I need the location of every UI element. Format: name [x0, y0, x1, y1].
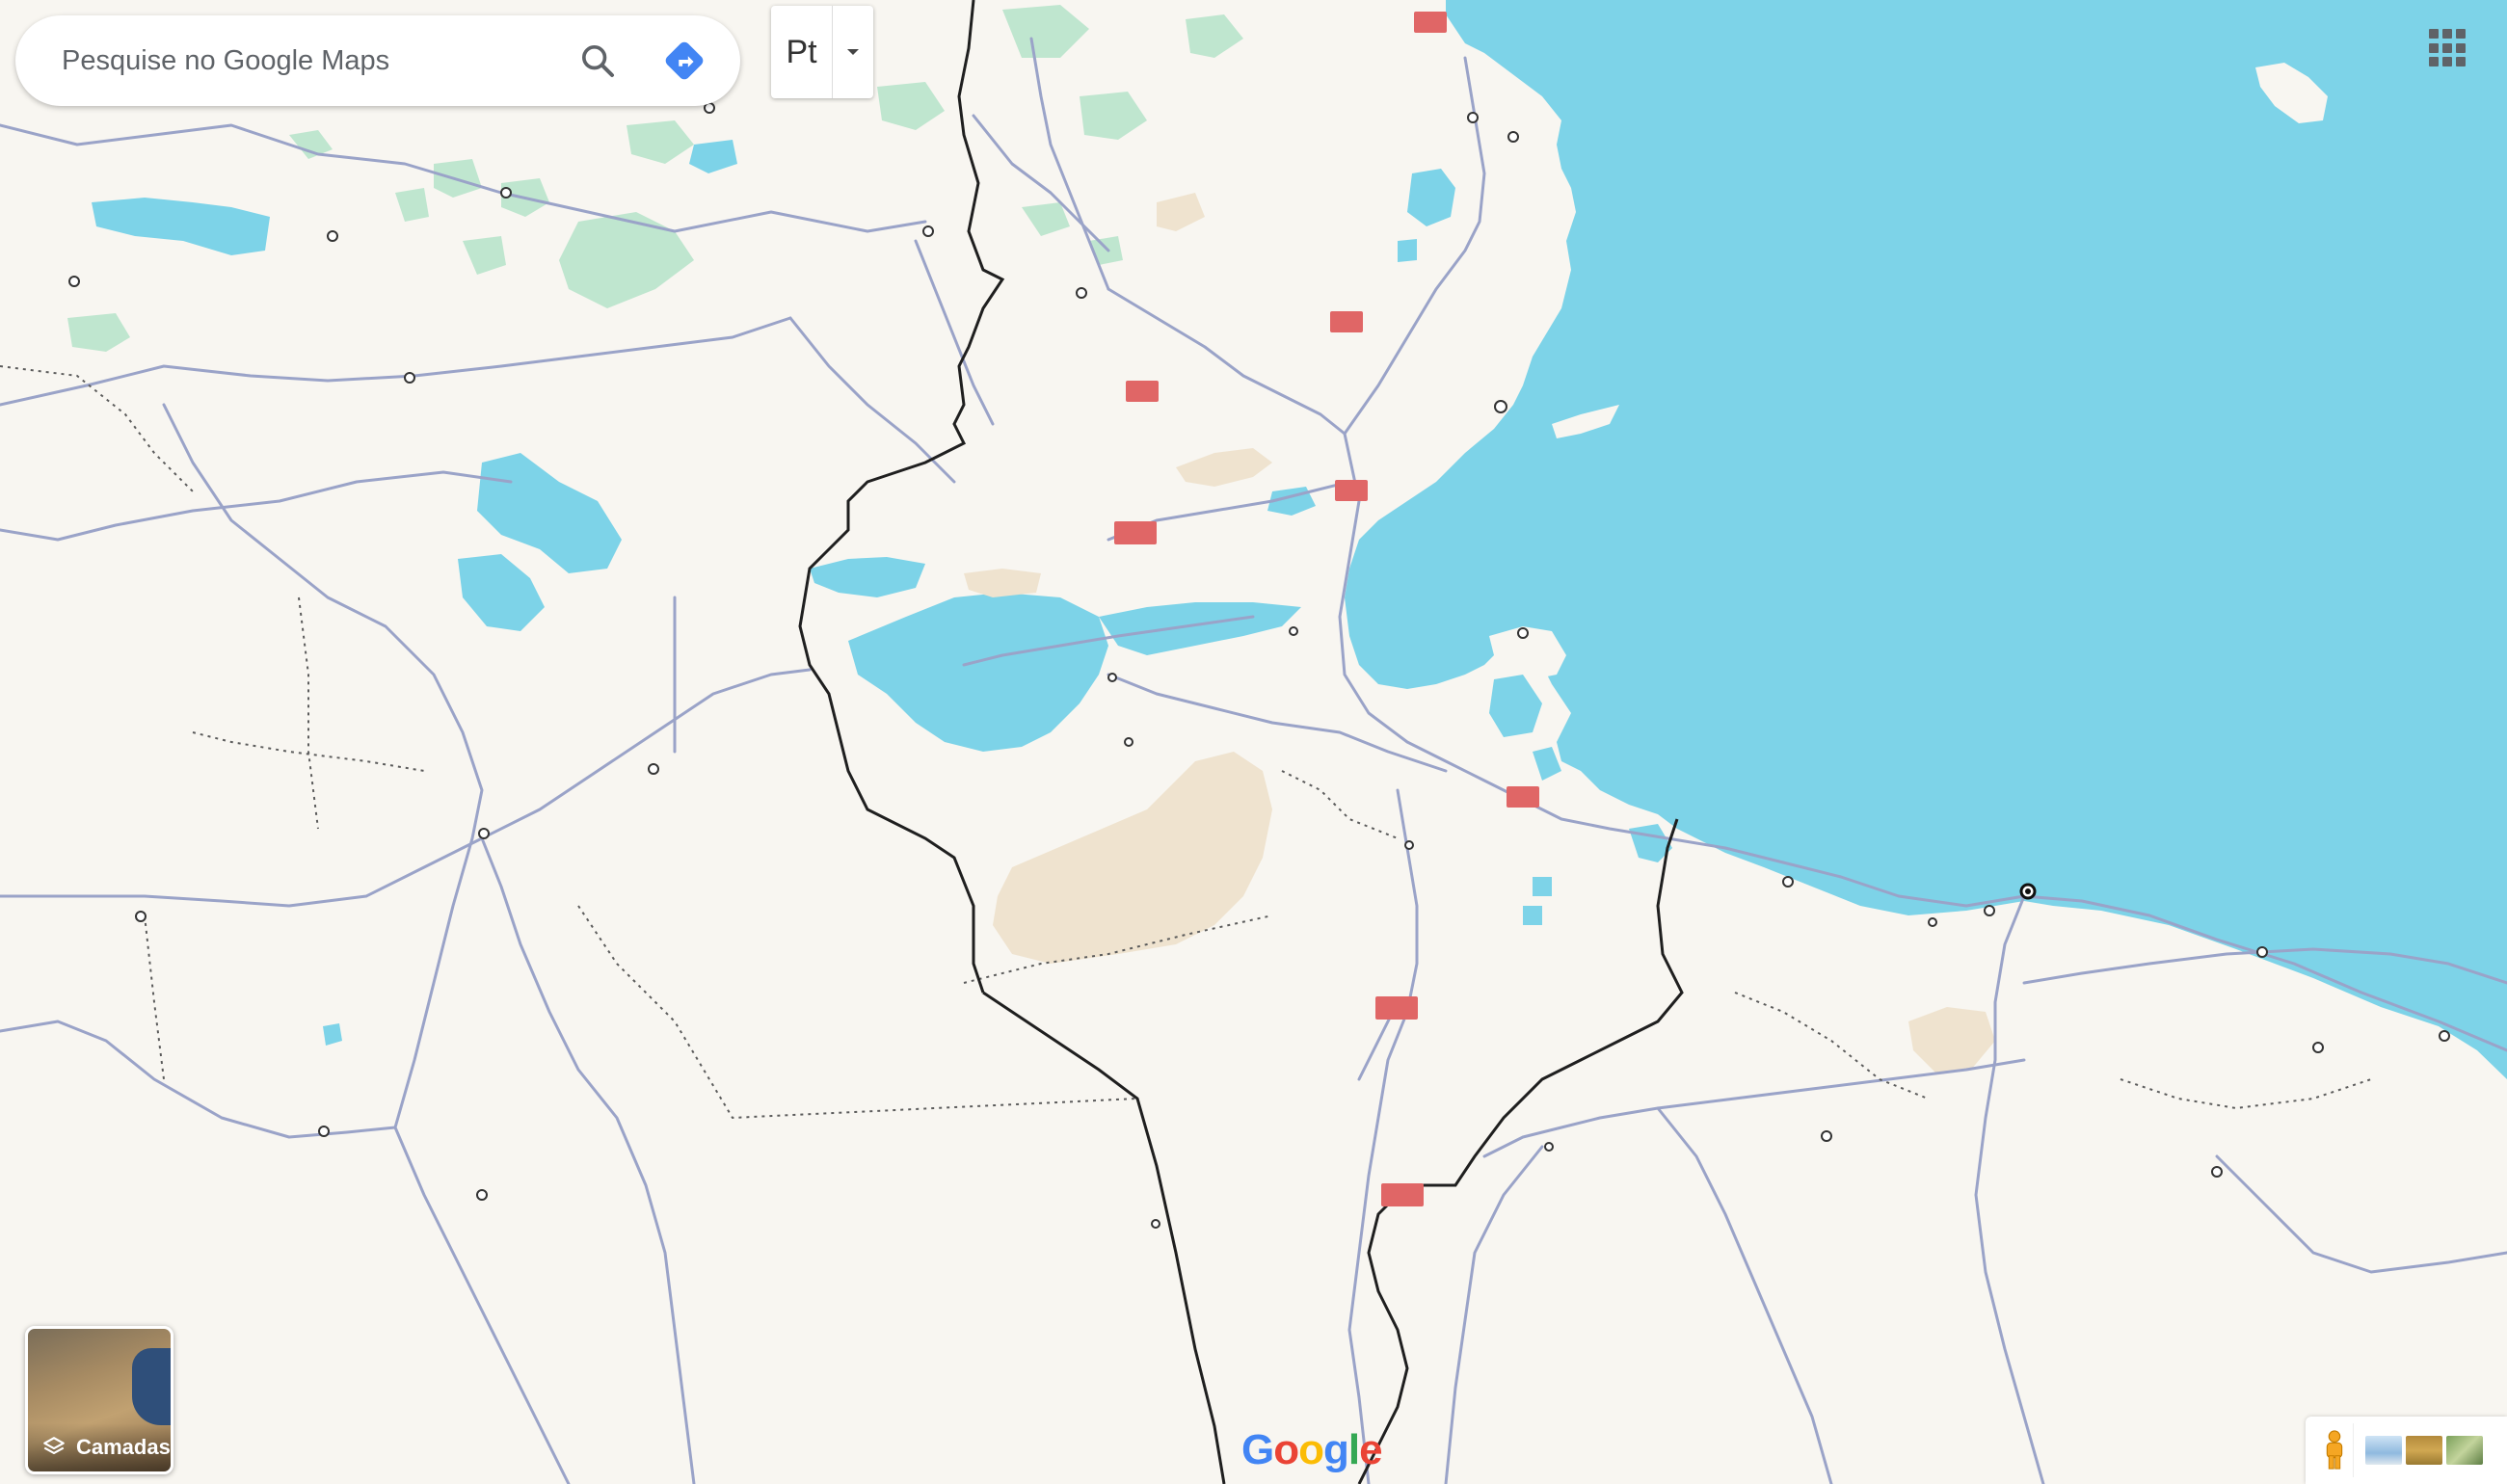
apps-grid-icon[interactable] [2429, 29, 2467, 67]
search-box[interactable]: Pesquise no Google Maps [15, 15, 740, 106]
layers-icon [43, 1437, 65, 1455]
search-input[interactable]: Pesquise no Google Maps [62, 45, 569, 77]
lake-south-3 [1533, 877, 1552, 896]
lake-south-4 [1523, 906, 1542, 925]
terrain-thumbnail[interactable] [2365, 1436, 2402, 1465]
logo-letter: g [1323, 1426, 1349, 1473]
map-controls-bottom [2306, 1417, 2507, 1484]
logo-letter: e [1359, 1426, 1383, 1473]
photo-thumbnail[interactable] [2446, 1436, 2483, 1465]
map-canvas[interactable] [0, 0, 2507, 1484]
logo-letter: G [1241, 1426, 1274, 1473]
chevron-down-icon[interactable] [833, 6, 873, 98]
search-icon[interactable] [569, 32, 627, 90]
satellite-thumbnail[interactable] [2406, 1436, 2442, 1465]
layers-button[interactable]: Camadas [25, 1326, 173, 1474]
layers-label: Camadas [76, 1435, 171, 1459]
layers-thumbnail [132, 1348, 171, 1425]
input-tools-control[interactable]: Pt [771, 6, 873, 98]
google-logo: Google [1241, 1426, 1383, 1474]
logo-letter: o [1298, 1426, 1324, 1473]
layers-label-row: Camadas [28, 1423, 171, 1471]
directions-icon[interactable] [655, 32, 713, 90]
pegman-icon[interactable] [2315, 1423, 2354, 1477]
input-tools-label[interactable]: Pt [771, 6, 833, 98]
logo-letter: o [1273, 1426, 1299, 1473]
logo-letter: l [1347, 1426, 1360, 1473]
lake-sousse [1398, 239, 1417, 262]
